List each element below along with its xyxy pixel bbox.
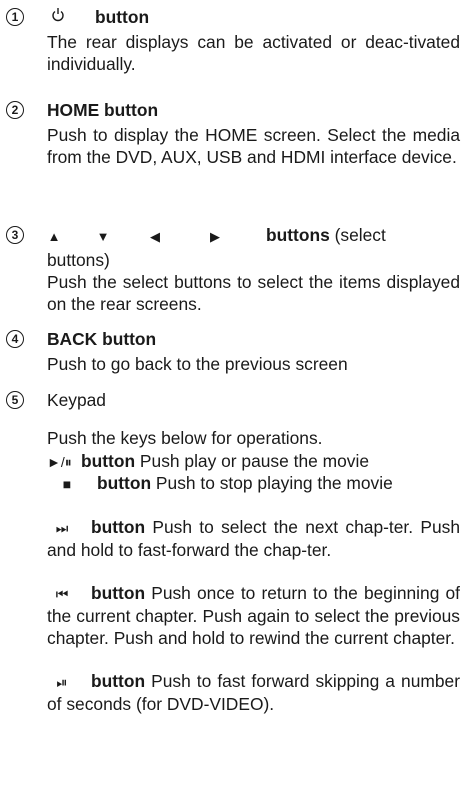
item-description: Push the select buttons to select the it…: [47, 272, 460, 314]
next-chapter-icon: ⏭: [55, 520, 69, 536]
item-number: 3: [6, 226, 24, 244]
up-arrow-icon: ▲: [47, 229, 61, 244]
item-description: The rear displays can be activated or de…: [47, 32, 460, 74]
item-label-continuation: buttons): [47, 250, 110, 270]
manual-page: 1 button The rear displays can be activa…: [0, 0, 470, 794]
key-skip-forward: ⏯ button Push to fast forward skipping a …: [47, 670, 460, 715]
key-previous-chapter: ⏮ button Push once to return to the begin…: [47, 582, 460, 649]
item-description: Push to display the HOME screen. Select …: [47, 125, 460, 167]
power-icon: [43, 6, 73, 28]
key-description: Push to stop playing the movie: [155, 473, 393, 493]
item-heading: HOME button: [47, 99, 460, 121]
item-heading: button: [47, 6, 460, 28]
previous-chapter-icon: ⏮: [55, 586, 69, 602]
item-number: 2: [6, 101, 24, 119]
item-heading: ▲ ▼ ◀ ▶ buttons (select: [47, 224, 460, 248]
key-label: button: [97, 473, 152, 493]
item-heading: BACK button: [47, 328, 460, 350]
item-label: BACK button: [47, 329, 157, 349]
item-label: Keypad: [47, 390, 106, 410]
item-number: 5: [6, 391, 24, 409]
key-label: button: [81, 451, 136, 471]
stop-icon: ■: [62, 476, 72, 492]
item-number: 4: [6, 330, 24, 348]
play-pause-icon: ►/⏸: [47, 454, 72, 470]
key-next-chapter: ⏭ button Push to select the next chap-ter…: [47, 516, 460, 561]
key-play-pause: ►/⏸ button Push play or pause the movie: [47, 450, 460, 473]
down-arrow-icon: ▼: [96, 229, 110, 244]
key-stop: ■ button Push to stop playing the movie: [47, 472, 460, 495]
item-description: Push to go back to the previous screen: [47, 354, 348, 374]
item-label: HOME button: [47, 100, 159, 120]
item-number: 1: [6, 8, 24, 26]
item-label: button: [95, 7, 150, 27]
skip-forward-icon: ⏯: [56, 674, 68, 690]
left-arrow-icon: ◀: [150, 229, 160, 244]
right-arrow-icon: ▶: [210, 229, 220, 244]
key-label: button: [91, 583, 146, 603]
keypad-intro: Push the keys below for operations.: [47, 428, 323, 448]
item-heading: Keypad: [47, 389, 460, 411]
key-label: button: [91, 671, 146, 691]
item-label: buttons: [266, 225, 330, 245]
item-label-suffix: (select: [334, 225, 386, 245]
key-label: button: [91, 517, 146, 537]
key-description: Push play or pause the movie: [139, 451, 370, 471]
